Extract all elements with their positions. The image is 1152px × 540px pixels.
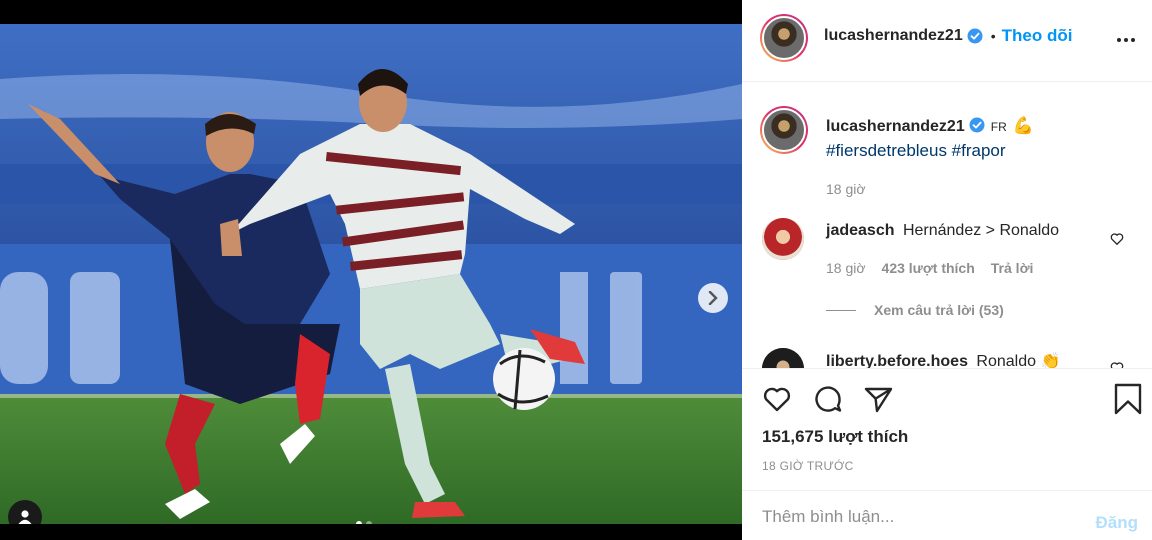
comment-text: Ronaldo 👏 <box>976 353 1061 368</box>
caption-avatar[interactable] <box>760 106 808 154</box>
caption-language: FR <box>990 120 1007 134</box>
heart-icon[interactable] <box>761 383 793 415</box>
chevron-right-icon <box>708 291 718 305</box>
comment-meta: 18 giờ 423 lượt thích Trả lời <box>826 260 1033 276</box>
header-separator: • <box>990 28 996 44</box>
post-caption: lucashernandez21 FR 💪 #fiersdetrebleus #fr… <box>826 114 1034 201</box>
header-user: lucashernandez21 • Theo dõi <box>824 26 1072 46</box>
bookmark-icon[interactable] <box>1112 383 1144 415</box>
post-media[interactable] <box>0 24 742 524</box>
comment-avatar[interactable] <box>762 218 804 260</box>
verified-badge-icon <box>969 117 985 133</box>
more-options-icon <box>1117 38 1121 42</box>
more-options-button[interactable] <box>1114 28 1138 52</box>
view-replies-button[interactable]: Xem câu trả lời (53) <box>826 302 1004 318</box>
post-side-panel: lucashernandez21 • Theo dõi lucashernand… <box>742 0 1152 540</box>
user-tag-icon <box>18 510 32 524</box>
view-replies-label: Xem câu trả lời (53) <box>874 302 1004 318</box>
comment-input[interactable] <box>762 505 1062 529</box>
comment-bubble-icon[interactable] <box>812 383 844 415</box>
carousel-dot <box>366 521 372 524</box>
caption-username[interactable]: lucashernandez21 <box>826 118 965 135</box>
post-photo <box>0 24 742 524</box>
comment-reply-button[interactable]: Trả lời <box>991 260 1034 276</box>
comment-avatar[interactable] <box>762 348 804 368</box>
post-comment-button[interactable]: Đăng <box>1096 513 1139 533</box>
instagram-post: lucashernandez21 • Theo dõi lucashernand… <box>0 0 1152 540</box>
comment-username[interactable]: liberty.before.hoes <box>826 353 968 368</box>
add-comment-bar: Đăng <box>742 490 1152 540</box>
post-header: lucashernandez21 • Theo dõi <box>742 0 1152 82</box>
header-username[interactable]: lucashernandez21 <box>824 27 963 45</box>
carousel-dot-active <box>356 521 362 524</box>
caption-time[interactable]: 18 giờ <box>826 177 1034 201</box>
comment-heart-icon[interactable] <box>1110 361 1124 368</box>
caption-hashtags[interactable]: #fiersdetrebleus #frapor <box>826 139 1034 163</box>
carousel-indicator <box>356 521 372 524</box>
carousel-next-button[interactable] <box>698 283 728 313</box>
comments-section: lucashernandez21 FR 💪 #fiersdetrebleus #fr… <box>742 82 1152 368</box>
header-avatar[interactable] <box>760 14 808 62</box>
comment-likes[interactable]: 423 lượt thích <box>882 260 975 276</box>
post-timestamp[interactable]: 18 GIỜ TRƯỚC <box>762 459 854 473</box>
verified-badge-icon <box>967 28 983 44</box>
comment-item: jadeasch Hernández > Ronaldo <box>826 222 1059 240</box>
paper-plane-icon[interactable] <box>862 383 894 415</box>
like-count[interactable]: 151,675 lượt thích <box>762 427 908 447</box>
comment-heart-icon[interactable] <box>1110 232 1124 246</box>
post-actions: 151,675 lượt thích 18 GIỜ TRƯỚC <box>742 368 1152 490</box>
comment-time[interactable]: 18 giờ <box>826 260 866 276</box>
caption-emoji: 💪 <box>1012 116 1034 135</box>
comment-item: liberty.before.hoes Ronaldo 👏 <box>826 351 1060 368</box>
comment-username[interactable]: jadeasch <box>826 222 894 239</box>
follow-button[interactable]: Theo dõi <box>1002 26 1073 46</box>
comment-text: Hernández > Ronaldo <box>902 222 1060 239</box>
